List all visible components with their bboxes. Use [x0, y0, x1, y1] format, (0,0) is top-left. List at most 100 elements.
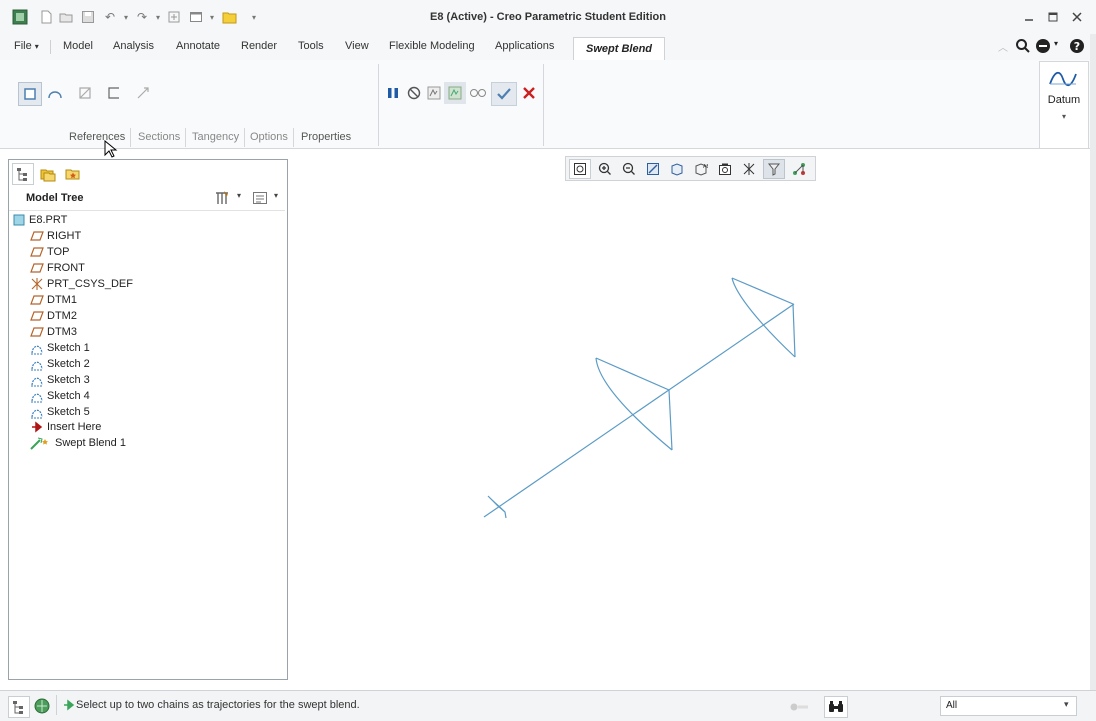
saved-orientations-icon[interactable]: AB — [691, 160, 711, 178]
trajectory-line[interactable] — [483, 303, 795, 518]
tree-item-label: PRT_CSYS_DEF — [47, 278, 133, 290]
status-bar: Select up to two chains as trajectories … — [0, 690, 1096, 721]
view-manager-icon[interactable] — [715, 160, 735, 178]
minimize-ribbon-icon[interactable]: ︿ — [998, 39, 1012, 54]
tree-item-label: RIGHT — [47, 230, 82, 242]
browser-toggle-icon[interactable] — [33, 697, 51, 718]
subtab-sections[interactable]: Sections — [133, 128, 187, 147]
section-sketch-2[interactable] — [595, 357, 673, 451]
tree-item-sketch-3[interactable]: Sketch 3 — [30, 372, 90, 388]
tree-item-prt-csys-def[interactable]: PRT_CSYS_DEF — [30, 276, 133, 292]
folder-browser-tab[interactable] — [38, 164, 58, 184]
thicken-button[interactable] — [103, 82, 125, 104]
detached-preview-icon — [448, 86, 462, 100]
subtab-tangency[interactable]: Tangency — [187, 128, 246, 147]
attached-preview-icon — [427, 86, 441, 100]
tree-item-front[interactable]: FRONT — [30, 260, 85, 276]
display-style-icon[interactable] — [667, 160, 687, 178]
attached-preview-button[interactable] — [423, 82, 445, 104]
zoom-in-icon[interactable] — [595, 160, 615, 178]
remove-material-button[interactable] — [74, 82, 96, 104]
toggle-navigator-icon[interactable] — [8, 696, 30, 718]
surface-icon — [48, 91, 62, 99]
search-icon[interactable] — [1015, 38, 1031, 57]
tree-item-swept-blend-1[interactable]: Swept Blend 1 — [30, 435, 126, 451]
tree-item-label: Sketch 3 — [47, 374, 90, 386]
tree-settings-icon[interactable] — [214, 190, 230, 209]
folders-icon — [40, 169, 56, 182]
pause-button[interactable] — [382, 82, 404, 104]
verify-mode-button[interactable] — [467, 82, 489, 104]
tab-annotate[interactable]: Annotate — [176, 40, 220, 52]
chevron-down-icon: ▾ — [34, 42, 39, 51]
tree-item-dtm2[interactable]: DTM2 — [30, 308, 77, 324]
chevron-down-icon[interactable]: ▾ — [1040, 112, 1088, 121]
close-icon[interactable] — [1066, 8, 1088, 26]
datum-plane-icon — [30, 229, 44, 243]
datum-plane-icon — [30, 261, 44, 275]
selection-filter-select[interactable]: All ▾ — [940, 696, 1077, 716]
tab-flexible-modeling[interactable]: Flexible Modeling — [389, 40, 475, 52]
subtab-references[interactable]: References — [64, 128, 132, 147]
repaint-icon[interactable] — [643, 160, 663, 178]
mouse-cursor-icon — [104, 139, 118, 161]
tree-item-sketch-5[interactable]: Sketch 5 — [30, 404, 90, 420]
chevron-down-icon[interactable]: ▾ — [274, 191, 278, 200]
tree-item-dtm1[interactable]: DTM1 — [30, 292, 77, 308]
sketch-icon — [30, 341, 44, 355]
community-dropdown-icon[interactable]: ▾ — [1054, 39, 1058, 48]
community-icon[interactable] — [1035, 38, 1051, 57]
datum-label: Datum — [1047, 94, 1081, 106]
tree-item-top[interactable]: TOP — [30, 244, 69, 260]
tab-applications[interactable]: Applications — [495, 40, 554, 52]
subtab-options[interactable]: Options — [245, 128, 294, 147]
cancel-button[interactable] — [518, 82, 540, 104]
annotation-display-icon[interactable] — [789, 160, 809, 178]
status-divider — [56, 695, 57, 715]
detached-preview-button[interactable] — [444, 82, 466, 104]
tree-item-dtm3[interactable]: DTM3 — [30, 324, 77, 340]
ok-button[interactable] — [491, 82, 517, 106]
solid-icon — [24, 88, 36, 100]
find-icon[interactable] — [824, 696, 848, 718]
tab-model[interactable]: Model — [63, 40, 93, 52]
graphics-area[interactable] — [286, 180, 1090, 688]
group-divider — [543, 64, 544, 146]
refit-icon[interactable] — [569, 158, 591, 179]
model-tree-title: Model Tree — [26, 192, 84, 204]
create-solid-button[interactable] — [18, 82, 42, 106]
subtab-properties[interactable]: Properties — [296, 128, 356, 147]
tab-swept-blend[interactable]: Swept Blend — [573, 37, 666, 60]
show-menu-icon[interactable] — [252, 190, 268, 209]
tab-render[interactable]: Render — [241, 40, 277, 52]
tree-root-part[interactable]: E8.PRT — [12, 212, 67, 228]
no-preview-button[interactable] — [403, 82, 425, 104]
datum-display-filters-icon[interactable] — [763, 158, 785, 179]
tab-tools[interactable]: Tools — [298, 40, 324, 52]
tree-item-sketch-4[interactable]: Sketch 4 — [30, 388, 90, 404]
chevron-down-icon[interactable]: ▾ — [237, 191, 241, 200]
model-tree-tab[interactable] — [12, 163, 34, 185]
tree-item-sketch-1[interactable]: Sketch 1 — [30, 340, 90, 356]
help-icon[interactable]: ? — [1069, 38, 1085, 57]
flip-icon — [137, 87, 149, 99]
flip-direction-button[interactable] — [132, 82, 154, 104]
tree-item-right[interactable]: RIGHT — [30, 228, 81, 244]
sketch-icon — [30, 389, 44, 403]
datum-panel[interactable]: Datum ▾ — [1039, 61, 1089, 149]
tree-item-sketch-2[interactable]: Sketch 2 — [30, 356, 90, 372]
maximize-icon[interactable] — [1042, 8, 1064, 26]
tree-item-label: Sketch 5 — [47, 406, 90, 418]
tab-view[interactable]: View — [345, 40, 369, 52]
zoom-out-icon[interactable] — [619, 160, 639, 178]
tree-item-insert-here[interactable]: Insert Here — [30, 419, 101, 435]
favorites-tab[interactable] — [63, 164, 83, 184]
tab-file[interactable]: File ▾ — [14, 40, 39, 52]
sketch-icon — [30, 405, 44, 419]
section-sketch-1[interactable] — [487, 495, 507, 519]
section-sketch-3[interactable] — [731, 277, 796, 358]
minimize-icon[interactable] — [1018, 8, 1040, 26]
tab-analysis[interactable]: Analysis — [113, 40, 154, 52]
perspective-icon[interactable] — [739, 160, 759, 178]
create-surface-button[interactable] — [44, 82, 66, 104]
